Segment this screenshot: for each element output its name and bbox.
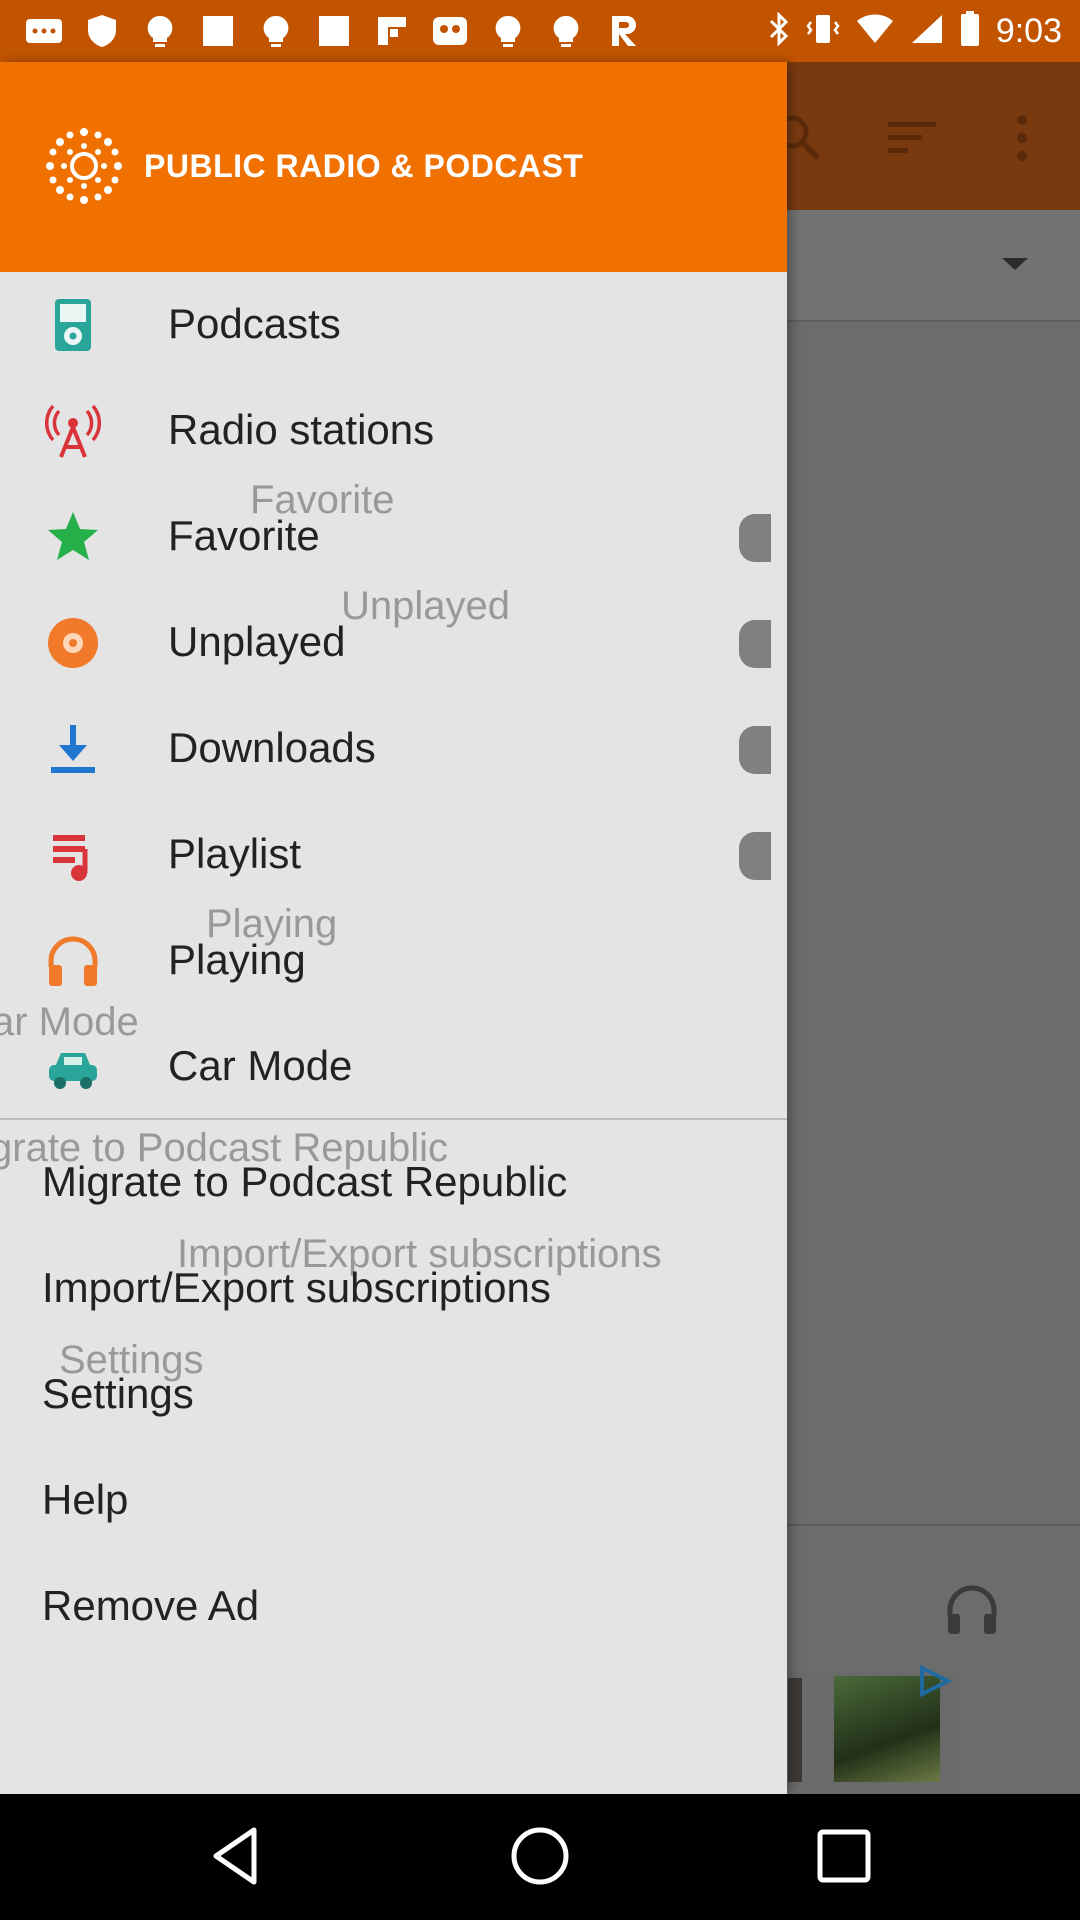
headphones-icon[interactable] xyxy=(944,1582,1000,1643)
menu-label: Favorite xyxy=(168,512,320,559)
unplayed-disc-icon xyxy=(45,615,101,671)
menu-label: Help xyxy=(42,1476,129,1523)
radio-tower-icon xyxy=(45,403,101,459)
wifi-icon xyxy=(856,13,894,50)
menu-item-downloads[interactable]: Downloads xyxy=(0,696,787,802)
menu-label: Playlist xyxy=(168,830,302,877)
lightbulb-icon xyxy=(140,13,180,49)
drawer-header: PUBLIC RADIO & PODCAST xyxy=(0,62,787,272)
r-app-icon xyxy=(604,13,644,49)
drag-handle[interactable] xyxy=(739,832,771,880)
menu-label: Downloads xyxy=(168,724,376,771)
menu-label: Unplayed xyxy=(168,618,346,665)
flipboard-icon xyxy=(372,13,412,49)
menu-label: Migrate to Podcast Republic xyxy=(42,1158,568,1205)
drag-handle[interactable] xyxy=(739,514,771,562)
menu-item-playlist[interactable]: Playlist xyxy=(0,802,787,908)
menu-label: Car Mode xyxy=(168,1042,353,1089)
menu-item-car-mode[interactable]: ar Mode Car Mode xyxy=(0,1000,787,1120)
drag-handle[interactable] xyxy=(739,726,771,774)
status-bar: 9:03 xyxy=(0,0,1080,62)
lightbulb-icon xyxy=(488,13,528,49)
menu-item-favorite[interactable]: Favorite Favorite xyxy=(0,478,787,590)
menu-label: Podcasts xyxy=(168,300,341,347)
menu-item-remove-ad[interactable]: Remove Ad xyxy=(0,1554,787,1660)
drawer-title: PUBLIC RADIO & PODCAST xyxy=(144,148,584,184)
ipod-icon xyxy=(45,297,101,353)
ad-banner[interactable] xyxy=(788,1664,958,1790)
clock: 9:03 xyxy=(995,11,1062,50)
menu-label: Playing xyxy=(168,936,306,983)
app-logo-icon xyxy=(40,122,128,210)
download-icon xyxy=(45,721,101,777)
menu-item-help[interactable]: Help xyxy=(0,1448,787,1554)
menu-label: Import/Export subscriptions xyxy=(42,1264,551,1311)
lightbulb-icon xyxy=(546,13,586,49)
star-icon xyxy=(45,509,101,565)
battery-icon xyxy=(960,10,980,52)
menu-item-migrate[interactable]: grate to Podcast Republic Migrate to Pod… xyxy=(0,1126,787,1236)
message-icon xyxy=(24,13,64,49)
notification-icons xyxy=(0,13,644,49)
car-icon xyxy=(45,1039,101,1095)
signal-icon xyxy=(910,13,944,50)
menu-item-radio-stations[interactable]: Radio stations xyxy=(0,378,787,484)
menu-item-playing[interactable]: Playing Playing xyxy=(0,902,787,1014)
menu-item-podcasts[interactable]: Podcasts xyxy=(0,272,787,378)
ad-choices-icon[interactable] xyxy=(918,1664,953,1698)
home-icon[interactable] xyxy=(508,1824,572,1888)
photo-icon xyxy=(430,13,470,49)
navigation-drawer: PUBLIC RADIO & PODCAST Podcasts Radio st… xyxy=(0,62,787,1794)
recents-icon[interactable] xyxy=(812,1824,876,1888)
sort-icon[interactable] xyxy=(884,110,940,166)
menu-label: Radio stations xyxy=(168,406,435,453)
lightbulb-icon xyxy=(256,13,296,49)
square-icon xyxy=(198,13,238,49)
ad-image xyxy=(788,1678,802,1782)
square-icon xyxy=(314,13,354,49)
system-icons: 9:03 xyxy=(768,10,1080,52)
drag-handle[interactable] xyxy=(739,620,771,668)
headphones-icon xyxy=(45,933,101,989)
dropdown-arrow-icon[interactable] xyxy=(1000,256,1030,277)
back-icon[interactable] xyxy=(206,1824,270,1888)
vibrate-icon xyxy=(806,12,840,51)
bluetooth-icon xyxy=(768,10,790,51)
menu-label: Settings xyxy=(42,1370,194,1417)
menu-item-import-export[interactable]: Import/Export subscriptions Import/Expor… xyxy=(0,1232,787,1342)
playlist-icon xyxy=(45,827,101,883)
menu-item-settings[interactable]: Settings Settings xyxy=(0,1338,787,1448)
system-nav-bar xyxy=(0,1794,1080,1920)
overflow-menu-icon[interactable] xyxy=(1002,110,1058,166)
drag-ghost-label: Unplayed xyxy=(341,584,511,628)
menu-item-unplayed[interactable]: Unplayed Unplayed xyxy=(0,584,787,696)
menu-label: Remove Ad xyxy=(42,1582,260,1629)
shield-icon xyxy=(82,13,122,49)
divider xyxy=(0,1118,787,1120)
